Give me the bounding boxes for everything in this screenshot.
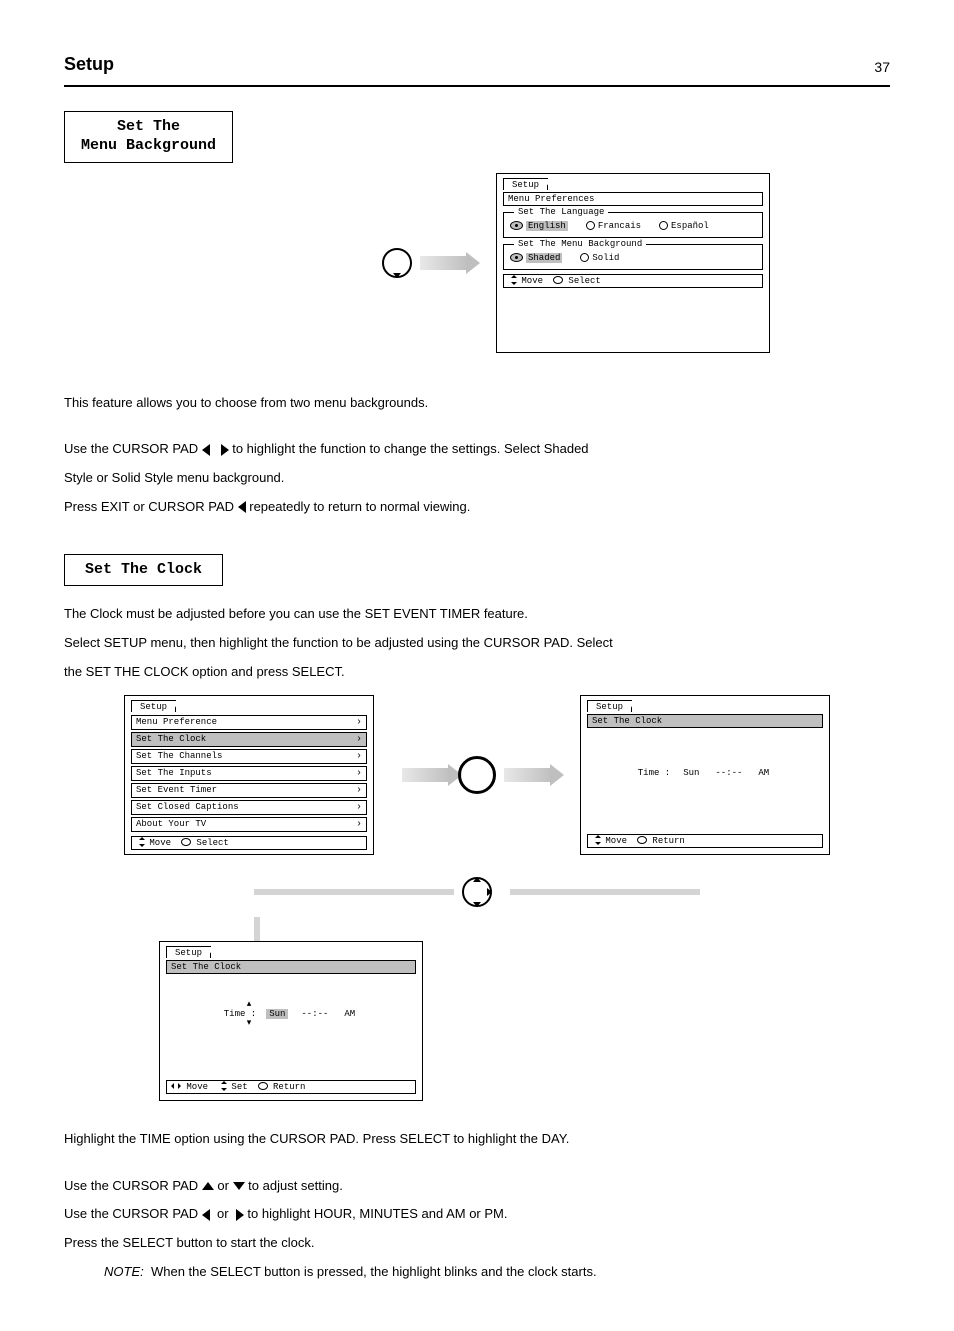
- paragraph: Select SETUP menu, then highlight the fu…: [64, 633, 864, 654]
- return-icon: [637, 836, 647, 844]
- left-arrow-icon: [238, 501, 246, 513]
- osd-clock-display: Setup Set The Clock Time : Sun --:-- AM …: [580, 695, 830, 855]
- cursor-pad-icon: [462, 877, 492, 907]
- radio-english[interactable]: English: [510, 221, 568, 231]
- paragraph: The Clock must be adjusted before you ca…: [64, 604, 864, 625]
- paragraph: Press the SELECT button to start the clo…: [64, 1233, 864, 1254]
- legend: Set The Menu Background: [514, 239, 646, 249]
- header-rule: [64, 85, 890, 87]
- flow-arrow-icon: [504, 768, 552, 782]
- paragraph: Use the CURSOR PAD or to highlight HOUR,…: [64, 1204, 864, 1225]
- body-text: This feature allows you to choose from t…: [64, 393, 864, 518]
- paragraph: Highlight the TIME option using the CURS…: [64, 1129, 864, 1150]
- up-arrow-icon: ▴: [92, 1000, 406, 1009]
- menu-item-closed-captions[interactable]: Set Closed Captions›: [131, 800, 367, 815]
- page-number: 37: [874, 59, 890, 75]
- menu-item-set-channels[interactable]: Set The Channels›: [131, 749, 367, 764]
- connector: [254, 889, 454, 895]
- ud-icon: [218, 1082, 226, 1090]
- up-arrow-icon: [202, 1182, 214, 1190]
- down-arrow-icon: ▾: [92, 1019, 406, 1028]
- hint-bar: Move Set Return: [166, 1080, 416, 1094]
- body-text: The Clock must be adjusted before you ca…: [64, 604, 864, 682]
- left-arrow-icon: [202, 1209, 210, 1221]
- right-arrow-icon: [236, 1209, 244, 1221]
- menu-item-preference[interactable]: Menu Preference›: [131, 715, 367, 730]
- section-heading-set-clock: Set The Clock: [64, 554, 223, 587]
- radio-francais[interactable]: Francais: [586, 221, 641, 231]
- fieldset-menu-background: Set The Menu Background Shaded Solid: [503, 244, 763, 270]
- return-icon: [258, 1082, 268, 1090]
- paragraph: Style or Solid Style menu background.: [64, 468, 864, 489]
- body-text: Highlight the TIME option using the CURS…: [64, 1129, 864, 1283]
- page-title: Setup: [64, 54, 114, 75]
- lr-icon: [171, 1083, 181, 1089]
- menu-item-set-clock[interactable]: Set The Clock›: [131, 732, 367, 747]
- osd-setup-menu: Setup Menu Preference› Set The Clock› Se…: [124, 695, 374, 855]
- fieldset-language: Set The Language English Francais Españo…: [503, 212, 763, 238]
- osd-subtab-clock: Set The Clock: [166, 960, 416, 974]
- radio-solid[interactable]: Solid: [580, 253, 619, 263]
- osd-clock-edit: Setup Set The Clock ▴ Time : Sun --:-- A…: [159, 941, 423, 1101]
- time-readout: Time : Sun --:-- AM: [597, 768, 813, 778]
- osd-tab-setup: Setup: [587, 700, 632, 712]
- left-arrow-icon: [202, 444, 210, 456]
- move-icon: [508, 276, 516, 284]
- cursor-pad-icon: [382, 248, 412, 278]
- heading-line: Menu Background: [81, 137, 216, 156]
- osd-tab-setup: Setup: [131, 700, 176, 712]
- select-button-icon: [458, 756, 496, 794]
- move-icon: [136, 838, 144, 846]
- select-icon: [181, 838, 191, 846]
- paragraph: Use the CURSOR PAD to highlight the func…: [64, 439, 864, 460]
- paragraph: the SET THE CLOCK option and press SELEC…: [64, 662, 864, 683]
- flow-arrow-icon: [420, 256, 468, 270]
- move-icon: [592, 836, 600, 844]
- down-arrow-icon: [233, 1182, 245, 1190]
- menu-item-set-inputs[interactable]: Set The Inputs›: [131, 766, 367, 781]
- select-icon: [553, 276, 563, 284]
- time-ampm-field[interactable]: AM: [341, 1009, 358, 1019]
- paragraph: This feature allows you to choose from t…: [64, 393, 864, 414]
- menu-item-event-timer[interactable]: Set Event Timer›: [131, 783, 367, 798]
- connector: [510, 889, 700, 895]
- time-day-field[interactable]: Sun: [266, 1009, 288, 1019]
- radio-shaded[interactable]: Shaded: [510, 253, 562, 263]
- time-hhmm-field[interactable]: --:--: [298, 1009, 331, 1019]
- time-editor[interactable]: Time : Sun --:-- AM: [176, 1009, 406, 1019]
- hint-bar: Move Return: [587, 834, 823, 848]
- heading-line: Set The: [81, 118, 216, 137]
- hint-bar: Move Select: [131, 836, 367, 850]
- note: NOTE: When the SELECT button is pressed,…: [104, 1262, 864, 1283]
- osd-subtab-clock: Set The Clock: [587, 714, 823, 728]
- hint-bar: Move Select: [503, 274, 763, 288]
- right-arrow-icon: [221, 444, 229, 456]
- paragraph: Press EXIT or CURSOR PAD repeatedly to r…: [64, 497, 864, 518]
- osd-tab-setup: Setup: [503, 178, 548, 190]
- connector: [254, 917, 260, 941]
- flow-arrow-icon: [402, 768, 450, 782]
- legend: Set The Language: [514, 207, 608, 217]
- osd-subtab: Menu Preferences: [503, 192, 763, 206]
- section-heading-menu-background: Set The Menu Background: [64, 111, 233, 163]
- osd-tab-setup: Setup: [166, 946, 211, 958]
- radio-espanol[interactable]: Español: [659, 221, 709, 231]
- osd-menu-preferences: Setup Menu Preferences Set The Language …: [496, 173, 770, 353]
- menu-item-about-tv[interactable]: About Your TV›: [131, 817, 367, 832]
- paragraph: Use the CURSOR PAD or to adjust setting.: [64, 1176, 864, 1197]
